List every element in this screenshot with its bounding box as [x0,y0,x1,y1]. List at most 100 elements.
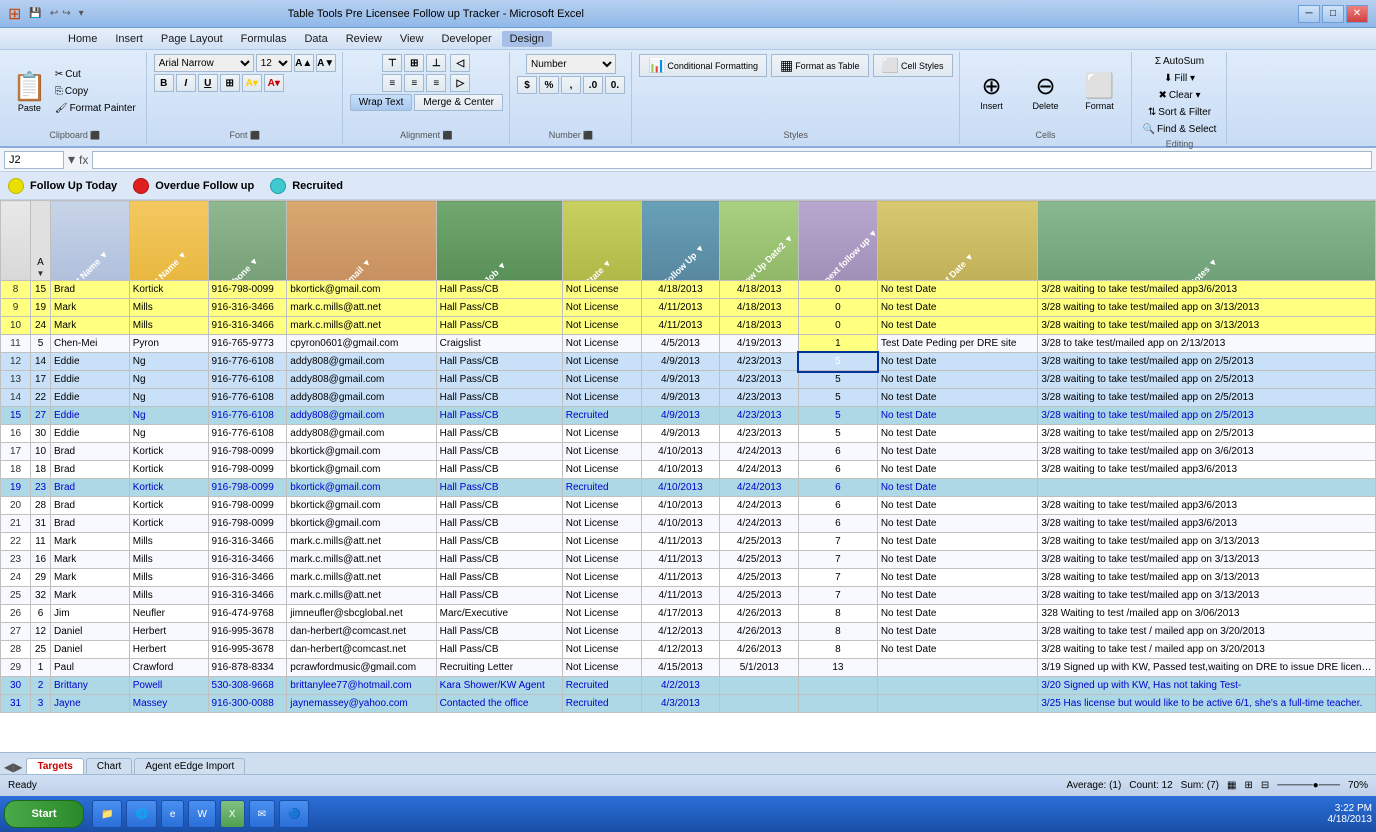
row-firstname[interactable]: Eddie [51,371,130,389]
format-painter-button[interactable]: 🖌Format Painter [51,101,140,116]
table-row[interactable]: 12 14 Eddie Ng 916-776-6108 addy808@gmai… [1,353,1376,371]
row-phone[interactable]: 916-995-3678 [208,641,287,659]
row-phone[interactable]: 916-995-3678 [208,623,287,641]
row-firstname[interactable]: Mark [51,317,130,335]
view-layout-icon[interactable]: ⊞ [1244,780,1252,791]
row-notes[interactable]: 3/28 waiting to take test / mailed app o… [1038,641,1376,659]
row-nextfollowup[interactable]: 4/23/2013 [720,371,799,389]
row-days[interactable]: 0 [799,317,878,335]
copy-button[interactable]: ⎘Copy [51,84,140,99]
row-state[interactable]: Recruited [562,695,641,713]
taskbar-ie[interactable]: e [161,800,185,828]
row-firstname[interactable]: Daniel [51,623,130,641]
row-testdate[interactable]: No test Date [877,425,1037,443]
row-lastname[interactable]: Herbert [129,641,208,659]
row-state[interactable]: Not License [562,641,641,659]
row-nextfollowup[interactable]: 4/25/2013 [720,587,799,605]
sheet-tab-agent-import[interactable]: Agent eEdge Import [134,758,245,774]
format-as-table-button[interactable]: ▦Format as Table [771,54,869,77]
row-lastfollowup[interactable]: 4/3/2013 [641,695,720,713]
row-lastname[interactable]: Kortick [129,281,208,299]
wrap-text-button[interactable]: Wrap Text [350,94,413,111]
font-color-button[interactable]: A▾ [264,74,284,92]
row-testdate[interactable]: No test Date [877,641,1037,659]
menu-home[interactable]: Home [60,31,105,47]
row-phone[interactable]: 916-776-6108 [208,389,287,407]
delete-button[interactable]: ⊖ Delete [1021,67,1071,116]
row-state[interactable]: Not License [562,551,641,569]
row-lastfollowup[interactable]: 4/11/2013 [641,569,720,587]
row-notes[interactable]: 3/28 waiting to take test/mailed app on … [1038,533,1376,551]
row-nextfollowup[interactable]: 4/23/2013 [720,353,799,371]
menu-design[interactable]: Design [502,31,552,47]
menu-insert[interactable]: Insert [107,31,151,47]
row-email[interactable]: jaynemassey@yahoo.com [287,695,436,713]
font-name-select[interactable]: Arial Narrow [154,54,254,72]
table-row[interactable]: 26 6 Jim Neufler 916-474-9768 jimneufler… [1,605,1376,623]
row-firstname[interactable]: Eddie [51,389,130,407]
row-lastfollowup[interactable]: 4/10/2013 [641,515,720,533]
table-row[interactable]: 15 27 Eddie Ng 916-776-6108 addy808@gmai… [1,407,1376,425]
row-nextfollowup[interactable]: 4/25/2013 [720,569,799,587]
row-lastname[interactable]: Mills [129,551,208,569]
align-middle-button[interactable]: ⊞ [404,54,424,72]
row-days[interactable]: 6 [799,461,878,479]
row-days[interactable]: 13 [799,659,878,677]
row-firstname[interactable]: Eddie [51,407,130,425]
row-notes[interactable]: 3/28 waiting to take test/mailed app on … [1038,389,1376,407]
conditional-formatting-button[interactable]: 📊Conditional Formatting [639,54,767,77]
row-email[interactable]: mark.c.mills@att.net [287,587,436,605]
row-lastfollowup[interactable]: 4/15/2013 [641,659,720,677]
row-days[interactable]: 7 [799,533,878,551]
clear-button[interactable]: ✖Clear ▾ [1154,88,1204,103]
view-preview-icon[interactable]: ⊟ [1261,780,1269,791]
quick-undo[interactable]: ↩ [50,8,58,19]
row-email[interactable]: mark.c.mills@att.net [287,533,436,551]
menu-review[interactable]: Review [338,31,390,47]
increase-font-button[interactable]: A▲ [294,54,314,72]
row-email[interactable]: mark.c.mills@att.net [287,299,436,317]
row-notes[interactable]: 3/28 waiting to take test/mailed app on … [1038,353,1376,371]
row-days[interactable]: 6 [799,515,878,533]
row-phone[interactable]: 916-316-3466 [208,533,287,551]
decrease-indent-button[interactable]: ◁ [450,54,470,72]
bold-button[interactable]: B [154,74,174,92]
row-state[interactable]: Not License [562,317,641,335]
row-testdate[interactable]: No test Date [877,533,1037,551]
row-state[interactable]: Not License [562,659,641,677]
row-notes[interactable]: 3/28 to take test/mailed app on 2/13/201… [1038,335,1376,353]
row-job[interactable]: Hall Pass/CB [436,443,562,461]
row-nextfollowup[interactable]: 4/18/2013 [720,299,799,317]
function-wizard-button[interactable]: fx [79,153,88,167]
row-lastfollowup[interactable]: 4/9/2013 [641,425,720,443]
row-days[interactable]: 8 [799,641,878,659]
row-nextfollowup[interactable]: 4/19/2013 [720,335,799,353]
find-select-button[interactable]: 🔍Find & Select [1139,122,1221,137]
row-phone[interactable]: 916-776-6108 [208,407,287,425]
row-days[interactable]: 5 [799,371,878,389]
row-days[interactable]: 1 [799,335,878,353]
row-firstname[interactable]: Mark [51,587,130,605]
row-notes[interactable]: 3/28 waiting to take test/mailed app3/6/… [1038,461,1376,479]
dropdown-arrow[interactable]: ▾ [79,8,84,19]
row-job[interactable]: Craigslist [436,335,562,353]
row-days[interactable]: 0 [799,281,878,299]
row-notes[interactable]: 3/28 waiting to take test / mailed app o… [1038,623,1376,641]
row-phone[interactable]: 916-798-0099 [208,443,287,461]
table-row[interactable]: 24 29 Mark Mills 916-316-3466 mark.c.mil… [1,569,1376,587]
row-job[interactable]: Recruiting Letter [436,659,562,677]
row-firstname[interactable]: Brad [51,515,130,533]
row-days[interactable]: 7 [799,551,878,569]
row-lastfollowup[interactable]: 4/17/2013 [641,605,720,623]
row-lastfollowup[interactable]: 4/12/2013 [641,623,720,641]
taskbar-file-explorer[interactable]: 📁 [92,800,122,828]
row-email[interactable]: addy808@gmail.com [287,425,436,443]
align-right-button[interactable]: ≡ [426,74,446,92]
row-lastname[interactable]: Powell [129,677,208,695]
row-lastfollowup[interactable]: 4/5/2013 [641,335,720,353]
row-testdate[interactable]: No test Date [877,569,1037,587]
row-email[interactable]: bkortick@gmail.com [287,443,436,461]
row-job[interactable]: Hall Pass/CB [436,425,562,443]
row-testdate[interactable]: No test Date [877,623,1037,641]
row-lastname[interactable]: Mills [129,587,208,605]
